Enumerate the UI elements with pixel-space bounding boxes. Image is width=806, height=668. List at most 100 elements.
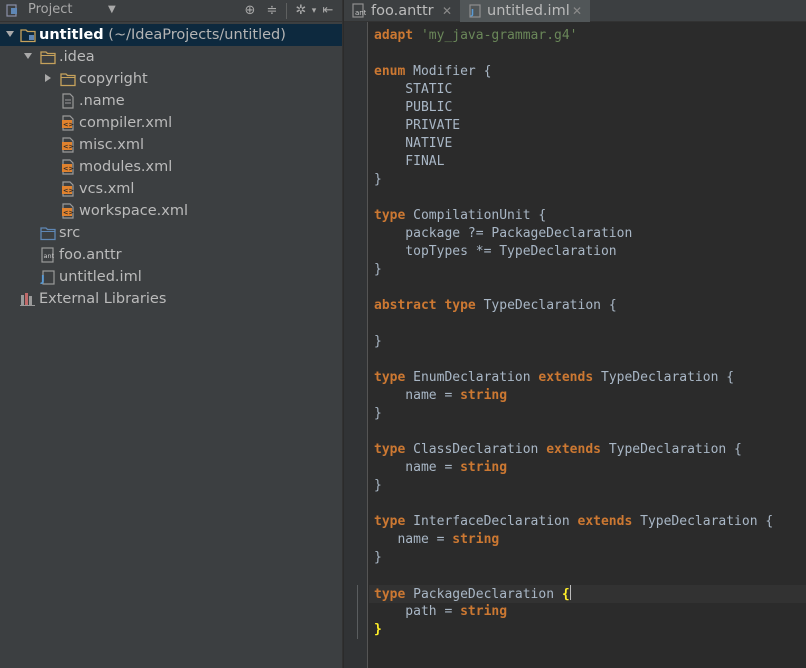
tree-item[interactable]: .name bbox=[0, 90, 342, 112]
tree-item-label: modules.xml bbox=[79, 157, 172, 177]
matched-brace: { bbox=[561, 587, 570, 602]
locate-icon[interactable]: ⊕ bbox=[242, 3, 258, 19]
code-token: TypeDeclaration { bbox=[475, 298, 617, 313]
keyword-token: string bbox=[460, 460, 508, 475]
expanded-arrow-icon[interactable] bbox=[4, 28, 16, 40]
code-line: adapt 'my_java-grammar.g4' bbox=[374, 27, 578, 45]
code-line: topTypes *= TypeDeclaration bbox=[374, 243, 616, 261]
module-folder-icon bbox=[20, 27, 36, 43]
tree-item[interactable]: Juntitled.iml bbox=[0, 266, 342, 288]
xml-file-icon: <> bbox=[60, 181, 76, 197]
tree-item-name: untitled bbox=[39, 27, 104, 43]
xml-file-icon: <> bbox=[60, 115, 76, 131]
code-token: PUBLIC bbox=[374, 100, 453, 115]
svg-text:ant: ant bbox=[44, 252, 55, 260]
code-token: InterfaceDeclaration bbox=[405, 514, 578, 529]
svg-text:ant: ant bbox=[355, 9, 366, 17]
tree-item[interactable]: <> misc.xml bbox=[0, 134, 342, 156]
fold-marker[interactable] bbox=[357, 585, 358, 639]
tree-item[interactable]: copyright bbox=[0, 68, 342, 90]
tree-item-label: workspace.xml bbox=[79, 201, 188, 221]
tree-item-label: untitled.iml bbox=[59, 267, 142, 287]
tree-item-label: vcs.xml bbox=[79, 179, 134, 199]
tree-item[interactable]: ant foo.anttr bbox=[0, 244, 342, 266]
keyword-token: type bbox=[374, 514, 406, 529]
code-token: TypeDeclaration { bbox=[632, 514, 774, 529]
editor-gutter[interactable] bbox=[344, 22, 368, 668]
code-line: } bbox=[374, 261, 382, 279]
collapse-icon[interactable]: ≑ bbox=[264, 3, 280, 19]
tree-item-name: External Libraries bbox=[39, 291, 167, 307]
code-token: NATIVE bbox=[374, 136, 453, 151]
hide-icon[interactable]: ⇤ bbox=[320, 3, 336, 19]
tree-item-label: compiler.xml bbox=[79, 113, 172, 133]
xml-file-icon: <> bbox=[60, 137, 76, 153]
chevron-down-icon[interactable]: ▼ bbox=[108, 4, 116, 15]
tree-item[interactable]: <> compiler.xml bbox=[0, 112, 342, 134]
keyword-token: abstract bbox=[374, 298, 437, 313]
code-line: } bbox=[374, 405, 382, 423]
libraries-icon bbox=[20, 291, 36, 307]
tree-item-name: untitled.iml bbox=[59, 269, 142, 285]
keyword-token: extends bbox=[546, 442, 601, 457]
code-token: path = bbox=[374, 604, 461, 619]
code-line: PRIVATE bbox=[374, 117, 460, 135]
tree-item[interactable]: .idea bbox=[0, 46, 342, 68]
project-pane-header: Project ▼ ⊕ ≑ ✲ ▾ ⇤ bbox=[0, 0, 342, 22]
code-token: } bbox=[374, 550, 382, 565]
tree-item-label: .idea bbox=[59, 47, 95, 67]
expanded-arrow-icon[interactable] bbox=[22, 50, 34, 62]
tree-item-name: workspace.xml bbox=[79, 203, 188, 219]
tree-item[interactable]: untitled (~/IdeaProjects/untitled) bbox=[0, 24, 342, 46]
keyword-token: string bbox=[460, 388, 508, 403]
tree-item-label: untitled (~/IdeaProjects/untitled) bbox=[39, 25, 286, 45]
tree-item-name: copyright bbox=[79, 71, 148, 87]
code-token: package ?= PackageDeclaration bbox=[374, 226, 633, 241]
code-line: } bbox=[374, 333, 382, 351]
code-token: } bbox=[374, 262, 382, 277]
code-editor[interactable]: adapt 'my_java-grammar.g4' enum Modifier … bbox=[369, 22, 806, 668]
tree-item-label: src bbox=[59, 223, 80, 243]
iml-file-icon: J bbox=[40, 269, 56, 285]
code-token: name = bbox=[374, 388, 461, 403]
tab-foo-anttr[interactable]: ant foo.anttr ✕ bbox=[344, 0, 458, 22]
project-tool-window: Project ▼ ⊕ ≑ ✲ ▾ ⇤ untitled (~/IdeaProj… bbox=[0, 0, 342, 668]
tree-item-name: compiler.xml bbox=[79, 115, 173, 131]
tree-item[interactable]: <> modules.xml bbox=[0, 156, 342, 178]
project-icon bbox=[6, 4, 22, 22]
keyword-token: adapt bbox=[374, 28, 414, 43]
header-separator bbox=[286, 3, 287, 19]
keyword-token: string bbox=[460, 604, 508, 619]
keyword-token: type bbox=[374, 442, 406, 457]
tree-item-name: .name bbox=[79, 93, 125, 109]
code-token: } bbox=[374, 406, 382, 421]
code-token: name = bbox=[374, 532, 453, 547]
code-token: name = bbox=[374, 460, 461, 475]
close-icon[interactable]: ✕ bbox=[572, 2, 582, 20]
iml-file-icon: J bbox=[468, 3, 482, 23]
tree-item-label: .name bbox=[79, 91, 125, 111]
tree-item[interactable]: <> workspace.xml bbox=[0, 200, 342, 222]
tab-label: untitled.iml bbox=[487, 3, 570, 19]
tree-item[interactable]: External Libraries bbox=[0, 288, 342, 310]
code-token: PRIVATE bbox=[374, 118, 461, 133]
keyword-token: enum bbox=[374, 64, 406, 79]
tree-item-name: modules.xml bbox=[79, 159, 173, 175]
tree-item-path: (~/IdeaProjects/untitled) bbox=[103, 27, 286, 43]
tree-item-label: misc.xml bbox=[79, 135, 144, 155]
code-token: TypeDeclaration { bbox=[593, 370, 735, 385]
collapsed-arrow-icon[interactable] bbox=[42, 72, 54, 84]
folder-icon bbox=[60, 71, 76, 87]
anttr-file-icon: ant bbox=[40, 247, 56, 263]
svg-text:<>: <> bbox=[63, 187, 74, 195]
project-view-selector[interactable]: Project bbox=[28, 2, 72, 17]
xml-file-icon: <> bbox=[60, 159, 76, 175]
tree-item[interactable]: <> vcs.xml bbox=[0, 178, 342, 200]
code-line: type CompilationUnit { bbox=[374, 207, 546, 225]
tree-item[interactable]: src bbox=[0, 222, 342, 244]
tab-untitled-iml[interactable]: J untitled.iml ✕ bbox=[460, 0, 590, 22]
code-line: type EnumDeclaration extends TypeDeclara… bbox=[374, 369, 734, 387]
code-line: } bbox=[374, 549, 382, 567]
code-token: } bbox=[374, 478, 382, 493]
close-icon[interactable]: ✕ bbox=[442, 2, 452, 20]
